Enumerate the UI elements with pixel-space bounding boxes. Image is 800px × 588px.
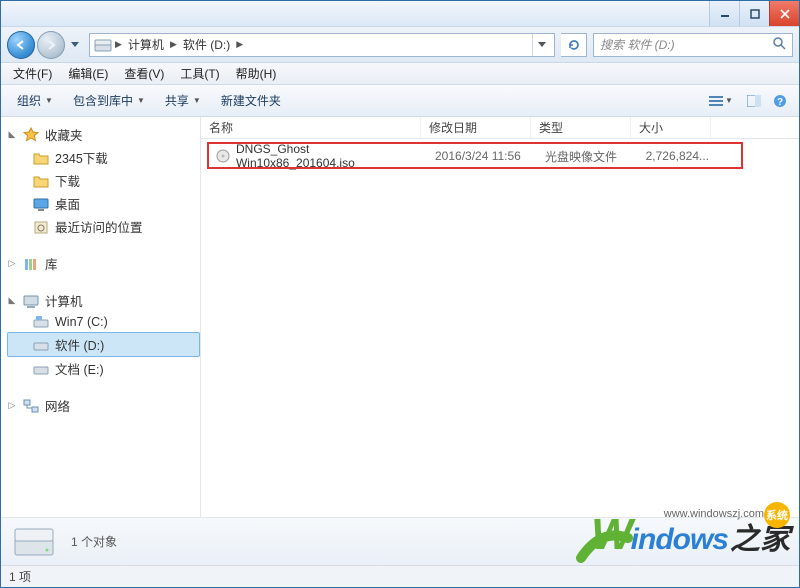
drive-large-icon: [13, 525, 55, 559]
libraries-icon: [23, 256, 39, 272]
menu-file[interactable]: 文件(F): [5, 65, 60, 82]
file-type: 光盘映像文件: [537, 148, 637, 165]
nav-libraries[interactable]: ▷ 库: [7, 252, 200, 275]
column-headers: 名称 修改日期 类型 大小: [201, 117, 799, 139]
file-row[interactable]: DNGS_Ghost Win10x86_201604.iso 2016/3/24…: [207, 145, 793, 167]
view-icon: [709, 95, 723, 107]
drive-icon: [33, 361, 49, 377]
recent-icon: [33, 219, 49, 235]
collapse-icon: ◣: [7, 129, 17, 140]
nav-computer-group: ◣ 计算机 Win7 (C:) 软件 (D:) 文档 (E:): [7, 289, 200, 380]
nav-network-group: ▷ 网络: [7, 394, 200, 417]
minimize-button[interactable]: [709, 1, 739, 26]
nav-item-2345[interactable]: 2345下载: [7, 146, 200, 169]
nav-favorites[interactable]: ◣ 收藏夹: [7, 123, 200, 146]
new-folder-button[interactable]: 新建文件夹: [211, 85, 291, 116]
expand-icon: ▷: [7, 258, 17, 269]
file-name: DNGS_Ghost Win10x86_201604.iso: [236, 142, 419, 170]
address-bar[interactable]: ▶ 计算机 ▶ 软件 (D:) ▶: [89, 33, 555, 57]
maximize-button[interactable]: [739, 1, 769, 26]
toolbar: 组织▼ 包含到库中▼ 共享▼ 新建文件夹 ▼ ?: [1, 85, 799, 117]
organize-button[interactable]: 组织▼: [7, 85, 63, 116]
share-button[interactable]: 共享▼: [155, 85, 211, 116]
nav-row: ▶ 计算机 ▶ 软件 (D:) ▶ 搜索 软件 (D:): [1, 27, 799, 63]
chevron-down-icon: ▼: [193, 96, 201, 105]
network-icon: [23, 398, 39, 414]
help-icon: ?: [773, 94, 787, 108]
status-items: 1 项: [9, 568, 31, 585]
content-pane: 名称 修改日期 类型 大小 DNGS_Ghost Win10x86_201604…: [201, 117, 799, 517]
iso-icon: [215, 148, 230, 164]
nav-pane: ◣ 收藏夹 2345下载 下载 桌面 最近访问: [1, 117, 201, 517]
col-name[interactable]: 名称: [201, 117, 421, 138]
file-size: 2,726,824...: [637, 149, 717, 163]
star-icon: [23, 127, 39, 143]
drive-icon: [33, 314, 49, 330]
folder-icon: [33, 173, 49, 189]
breadcrumb-drive[interactable]: 软件 (D:): [178, 34, 235, 56]
collapse-icon: ◣: [7, 295, 17, 306]
nav-item-softd[interactable]: 软件 (D:): [7, 332, 200, 357]
drive-icon: [33, 337, 49, 353]
expand-icon: ▷: [7, 400, 17, 411]
address-dropdown[interactable]: [532, 34, 550, 56]
details-objects: 1 个对象: [71, 533, 117, 550]
preview-icon: [747, 95, 761, 107]
breadcrumb-computer[interactable]: 计算机: [123, 34, 169, 56]
forward-button[interactable]: [37, 31, 65, 59]
nav-buttons: [7, 31, 83, 59]
breadcrumb-sep-icon: ▶: [169, 39, 178, 50]
refresh-button[interactable]: [561, 33, 587, 57]
view-options-button[interactable]: ▼: [701, 90, 741, 112]
col-type[interactable]: 类型: [531, 117, 631, 138]
menu-edit[interactable]: 编辑(E): [60, 65, 116, 82]
breadcrumb-sep-icon: ▶: [114, 39, 123, 50]
nav-item-desktop[interactable]: 桌面: [7, 192, 200, 215]
body: ◣ 收藏夹 2345下载 下载 桌面 最近访问: [1, 117, 799, 517]
nav-computer[interactable]: ◣ 计算机: [7, 289, 200, 312]
status-bar: 1 项: [1, 565, 799, 587]
nav-favorites-group: ◣ 收藏夹 2345下载 下载 桌面 最近访问: [7, 123, 200, 238]
search-icon: [772, 36, 786, 53]
close-button[interactable]: [769, 1, 799, 26]
nav-item-doce[interactable]: 文档 (E:): [7, 357, 200, 380]
preview-pane-button[interactable]: [741, 90, 767, 112]
menu-help[interactable]: 帮助(H): [228, 65, 285, 82]
breadcrumb-sep-icon: ▶: [235, 39, 244, 50]
computer-icon: [23, 293, 39, 309]
nav-item-win7c[interactable]: Win7 (C:): [7, 312, 200, 332]
search-input[interactable]: 搜索 软件 (D:): [593, 33, 793, 57]
desktop-icon: [33, 196, 49, 212]
help-button[interactable]: ?: [767, 90, 793, 112]
back-button[interactable]: [7, 31, 35, 59]
menu-tools[interactable]: 工具(T): [172, 65, 227, 82]
nav-network[interactable]: ▷ 网络: [7, 394, 200, 417]
svg-text:?: ?: [777, 97, 783, 108]
titlebar: [1, 1, 799, 27]
explorer-window: ▶ 计算机 ▶ 软件 (D:) ▶ 搜索 软件 (D:) 文件(F) 编辑(E)…: [0, 0, 800, 588]
nav-item-downloads[interactable]: 下载: [7, 169, 200, 192]
drive-icon: [94, 37, 112, 53]
file-list[interactable]: DNGS_Ghost Win10x86_201604.iso 2016/3/24…: [201, 139, 799, 517]
col-date[interactable]: 修改日期: [421, 117, 531, 138]
menu-view[interactable]: 查看(V): [116, 65, 172, 82]
search-placeholder: 搜索 软件 (D:): [600, 36, 675, 53]
include-in-library-button[interactable]: 包含到库中▼: [63, 85, 155, 116]
nav-item-recent[interactable]: 最近访问的位置: [7, 215, 200, 238]
nav-libraries-group: ▷ 库: [7, 252, 200, 275]
file-date: 2016/3/24 11:56: [427, 149, 537, 163]
col-size[interactable]: 大小: [631, 117, 711, 138]
details-pane: 1 个对象: [1, 517, 799, 565]
menubar: 文件(F) 编辑(E) 查看(V) 工具(T) 帮助(H): [1, 63, 799, 85]
nav-history-dropdown[interactable]: [67, 34, 83, 56]
chevron-down-icon: ▼: [45, 96, 53, 105]
chevron-down-icon: ▼: [137, 96, 145, 105]
chevron-down-icon: ▼: [725, 96, 733, 105]
folder-icon: [33, 150, 49, 166]
